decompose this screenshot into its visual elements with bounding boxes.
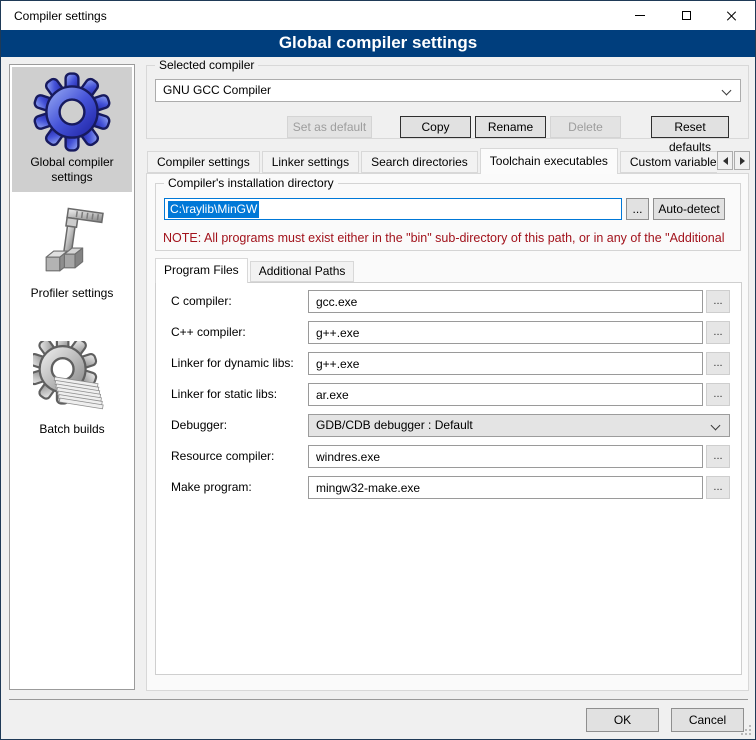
make-program-label: Make program:: [171, 480, 252, 494]
browse-directory-button[interactable]: ...: [626, 198, 649, 220]
dynamic-linker-label: Linker for dynamic libs:: [171, 356, 294, 370]
cpp-compiler-browse-button[interactable]: ...: [706, 321, 730, 344]
close-button[interactable]: [709, 1, 755, 30]
sidebar-item-global-compiler-settings[interactable]: Global compiler settings: [12, 67, 132, 192]
tab-custom-variables[interactable]: Custom variables: [620, 151, 717, 173]
make-program-input[interactable]: [308, 476, 703, 499]
dynamic-linker-browse-button[interactable]: ...: [706, 352, 730, 375]
rename-button[interactable]: Rename: [475, 116, 546, 138]
cpp-compiler-label: C++ compiler:: [171, 325, 246, 339]
tab-search-directories[interactable]: Search directories: [361, 151, 478, 173]
bin-subdirectory-note: NOTE: All programs must exist either in …: [163, 231, 739, 245]
sidebar-item-batch-builds[interactable]: Batch builds: [12, 336, 132, 444]
debugger-row: Debugger: GDB/CDB debugger : Default: [156, 414, 741, 438]
static-linker-input[interactable]: [308, 383, 703, 406]
tab-linker-settings[interactable]: Linker settings: [262, 151, 359, 173]
sidebar-item-label: Batch builds: [16, 422, 128, 437]
window-title: Compiler settings: [14, 9, 107, 23]
set-as-default-button[interactable]: Set as default: [287, 116, 372, 138]
installation-directory-group-label: Compiler's installation directory: [164, 176, 338, 190]
minimize-icon: [635, 15, 645, 16]
chevron-down-icon: [711, 421, 721, 431]
copy-button[interactable]: Copy: [400, 116, 471, 138]
sidebar-item-label: Profiler settings: [16, 286, 128, 301]
maximize-icon: [682, 11, 691, 20]
caliper-icon: [34, 207, 110, 283]
sidebar-item-label: Global compiler settings: [16, 155, 128, 185]
reset-defaults-button[interactable]: Reset defaults: [651, 116, 729, 138]
sidebar-item-profiler-settings[interactable]: Profiler settings: [12, 202, 132, 308]
program-files-panel: C compiler: ... C++ compiler: ... Linker…: [155, 282, 742, 675]
gear-stack-icon: [33, 341, 111, 419]
static-linker-label: Linker for static libs:: [171, 387, 277, 401]
tab-scroll-right-button[interactable]: [734, 151, 750, 170]
chevron-down-icon: [722, 86, 732, 96]
c-compiler-label: C compiler:: [171, 294, 232, 308]
compiler-settings-dialog: Compiler settings Global compiler settin…: [0, 0, 756, 740]
c-compiler-row: C compiler: ...: [156, 290, 741, 314]
blue-gear-icon: [32, 72, 112, 152]
cpp-compiler-input[interactable]: [308, 321, 703, 344]
cancel-button[interactable]: Cancel: [671, 708, 744, 732]
toolchain-executables-panel: Compiler's installation directory C:\ray…: [146, 173, 749, 691]
minimize-button[interactable]: [617, 1, 663, 30]
dynamic-linker-row: Linker for dynamic libs: ...: [156, 352, 741, 376]
arrow-right-icon: [740, 157, 745, 165]
page-title: Global compiler settings: [1, 30, 755, 57]
compiler-select-value: GNU GCC Compiler: [163, 83, 271, 97]
compiler-select[interactable]: GNU GCC Compiler: [155, 79, 741, 102]
auto-detect-button[interactable]: Auto-detect: [653, 198, 725, 220]
installation-directory-input[interactable]: C:\raylib\MinGW: [164, 198, 622, 220]
footer-divider: [9, 699, 748, 700]
settings-sidebar: Global compiler settings: [9, 64, 135, 690]
static-linker-row: Linker for static libs: ...: [156, 383, 741, 407]
installation-directory-value: C:\raylib\MinGW: [168, 201, 259, 218]
debugger-select-value: GDB/CDB debugger : Default: [316, 418, 473, 432]
settings-tabstrip: Compiler settings Linker settings Search…: [147, 148, 717, 174]
make-program-row: Make program: ...: [156, 476, 741, 500]
arrow-left-icon: [723, 157, 728, 165]
c-compiler-browse-button[interactable]: ...: [706, 290, 730, 313]
resource-compiler-row: Resource compiler: ...: [156, 445, 741, 469]
delete-button[interactable]: Delete: [550, 116, 621, 138]
titlebar[interactable]: Compiler settings: [1, 1, 755, 30]
subtab-additional-paths[interactable]: Additional Paths: [250, 261, 355, 282]
dynamic-linker-input[interactable]: [308, 352, 703, 375]
tab-compiler-settings[interactable]: Compiler settings: [147, 151, 260, 173]
tab-toolchain-executables[interactable]: Toolchain executables: [480, 148, 618, 174]
selected-compiler-group-label: Selected compiler: [155, 58, 258, 72]
tab-scroll-left-button[interactable]: [717, 151, 733, 170]
subtab-program-files[interactable]: Program Files: [155, 258, 248, 283]
resource-compiler-browse-button[interactable]: ...: [706, 445, 730, 468]
debugger-label: Debugger:: [171, 418, 227, 432]
c-compiler-input[interactable]: [308, 290, 703, 313]
cpp-compiler-row: C++ compiler: ...: [156, 321, 741, 345]
make-program-browse-button[interactable]: ...: [706, 476, 730, 499]
ok-button[interactable]: OK: [586, 708, 659, 732]
window-controls: [617, 1, 755, 30]
resource-compiler-input[interactable]: [308, 445, 703, 468]
close-icon: [726, 10, 738, 22]
maximize-button[interactable]: [663, 1, 709, 30]
debugger-select[interactable]: GDB/CDB debugger : Default: [308, 414, 730, 437]
static-linker-browse-button[interactable]: ...: [706, 383, 730, 406]
resize-grip[interactable]: [741, 725, 752, 736]
resource-compiler-label: Resource compiler:: [171, 449, 274, 463]
program-files-tabstrip: Program Files Additional Paths: [155, 258, 356, 283]
